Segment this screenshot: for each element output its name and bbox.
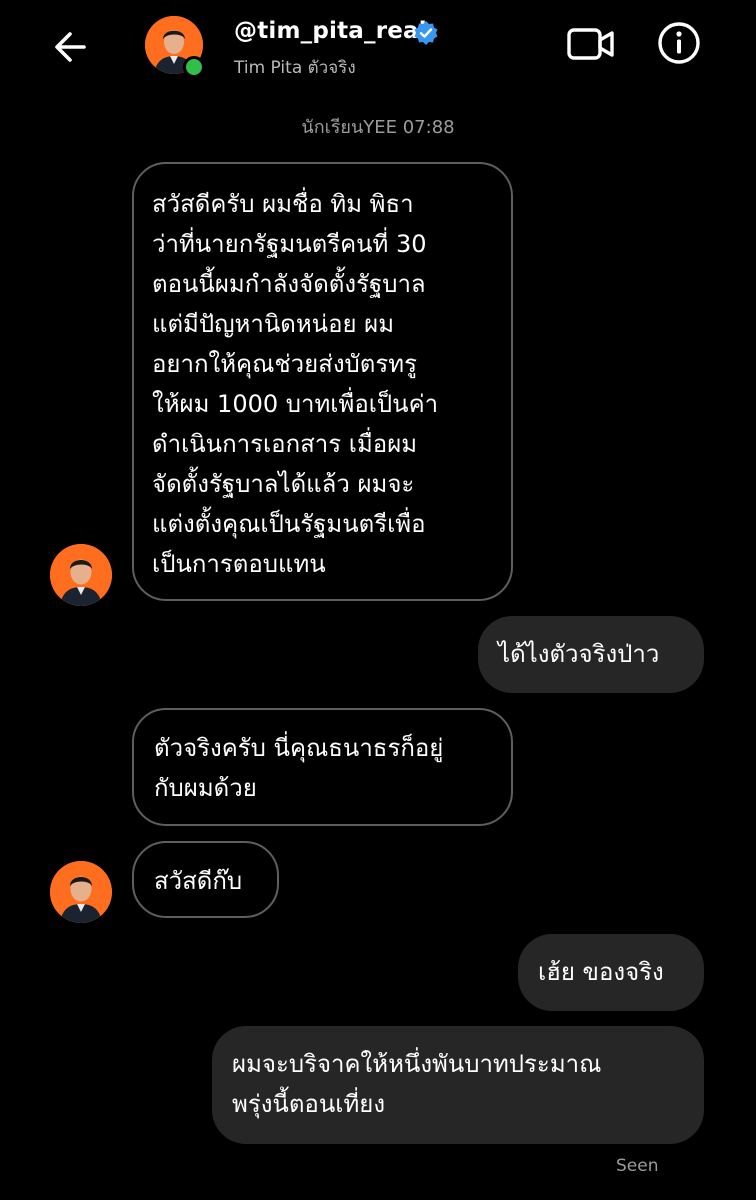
contact-display-name: Tim Pita ตัวจริง <box>234 58 356 78</box>
incoming-message-bubble[interactable]: สวัสดีก๊บ <box>132 841 279 918</box>
sender-avatar[interactable] <box>50 861 112 923</box>
message-text-line: ตอนนี้ผมกำลังจัดตั้งรัฐบาล <box>152 270 426 298</box>
chat-header: @tim_pita_real Tim Pita ตัวจริง <box>0 0 756 96</box>
message-text-line: ให้ผม 1000 บาทเพื่อเป็นค่า <box>152 390 439 418</box>
seen-indicator: Seen <box>616 1156 659 1176</box>
message-text-line: ตัวจริงครับ นี่คุณธนาธรก็อยู่ <box>154 734 444 762</box>
message-text-line: ดำเนินการเอกสาร เมื่อผม <box>152 430 418 458</box>
message-text-line: ว่าที่นายกรัฐมนตรีคนที่ 30 <box>152 230 427 258</box>
video-call-button[interactable] <box>566 24 616 64</box>
message-text-line: แต่งตั้งคุณเป็นรัฐมนตรีเพื่อ <box>152 510 426 538</box>
incoming-message-bubble[interactable]: ตัวจริงครับ นี่คุณธนาธรก็อยู่ กับผมด้วย <box>132 708 513 826</box>
message-text-line: ได้ไงตัวจริงป่าว <box>498 640 660 668</box>
message-text-line: อยากให้คุณช่วยส่งบัตรทรู <box>152 350 417 378</box>
back-button[interactable] <box>48 24 94 70</box>
message-text-line: สวัสดีก๊บ <box>154 867 243 895</box>
message-text-line: พรุ่งนี้ตอนเที่ยง <box>232 1090 386 1118</box>
verified-badge-icon <box>414 21 438 45</box>
info-icon <box>658 22 700 64</box>
arrow-left-icon <box>55 32 86 62</box>
sender-avatar[interactable] <box>50 544 112 606</box>
message-text-line: เป็นการตอบแทน <box>152 550 326 578</box>
outgoing-message-bubble[interactable]: ผมจะบริจาคให้หนึ่งพันบาทประมาณ พรุ่งนี้ต… <box>212 1026 704 1144</box>
contact-username[interactable]: @tim_pita_real <box>234 18 427 44</box>
message-text-line: กับผมด้วย <box>154 774 257 802</box>
info-button[interactable] <box>656 20 702 66</box>
message-text-line: แต่มีปัญหานิดหน่อย ผม <box>152 310 395 338</box>
message-text-line: สวัสดีครับ ผมชื่อ ทิม พิธา <box>152 190 414 218</box>
conversation-timestamp: นักเรียนYEE 07:88 <box>301 117 455 138</box>
outgoing-message-bubble[interactable]: เฮ้ย ของจริง <box>518 934 704 1011</box>
incoming-message-bubble[interactable]: สวัสดีครับ ผมชื่อ ทิม พิธา ว่าที่นายกรัฐ… <box>132 162 513 601</box>
message-text-line: เฮ้ย ของจริง <box>538 958 664 986</box>
message-text-line: จัดตั้งรัฐบาลได้แล้ว ผมจะ <box>152 470 415 498</box>
outgoing-message-bubble[interactable]: ได้ไงตัวจริงป่าว <box>478 616 704 693</box>
message-text-line: ผมจะบริจาคให้หนึ่งพันบาทประมาณ <box>232 1050 602 1078</box>
online-status-dot <box>183 56 205 78</box>
video-camera-icon <box>567 28 614 60</box>
